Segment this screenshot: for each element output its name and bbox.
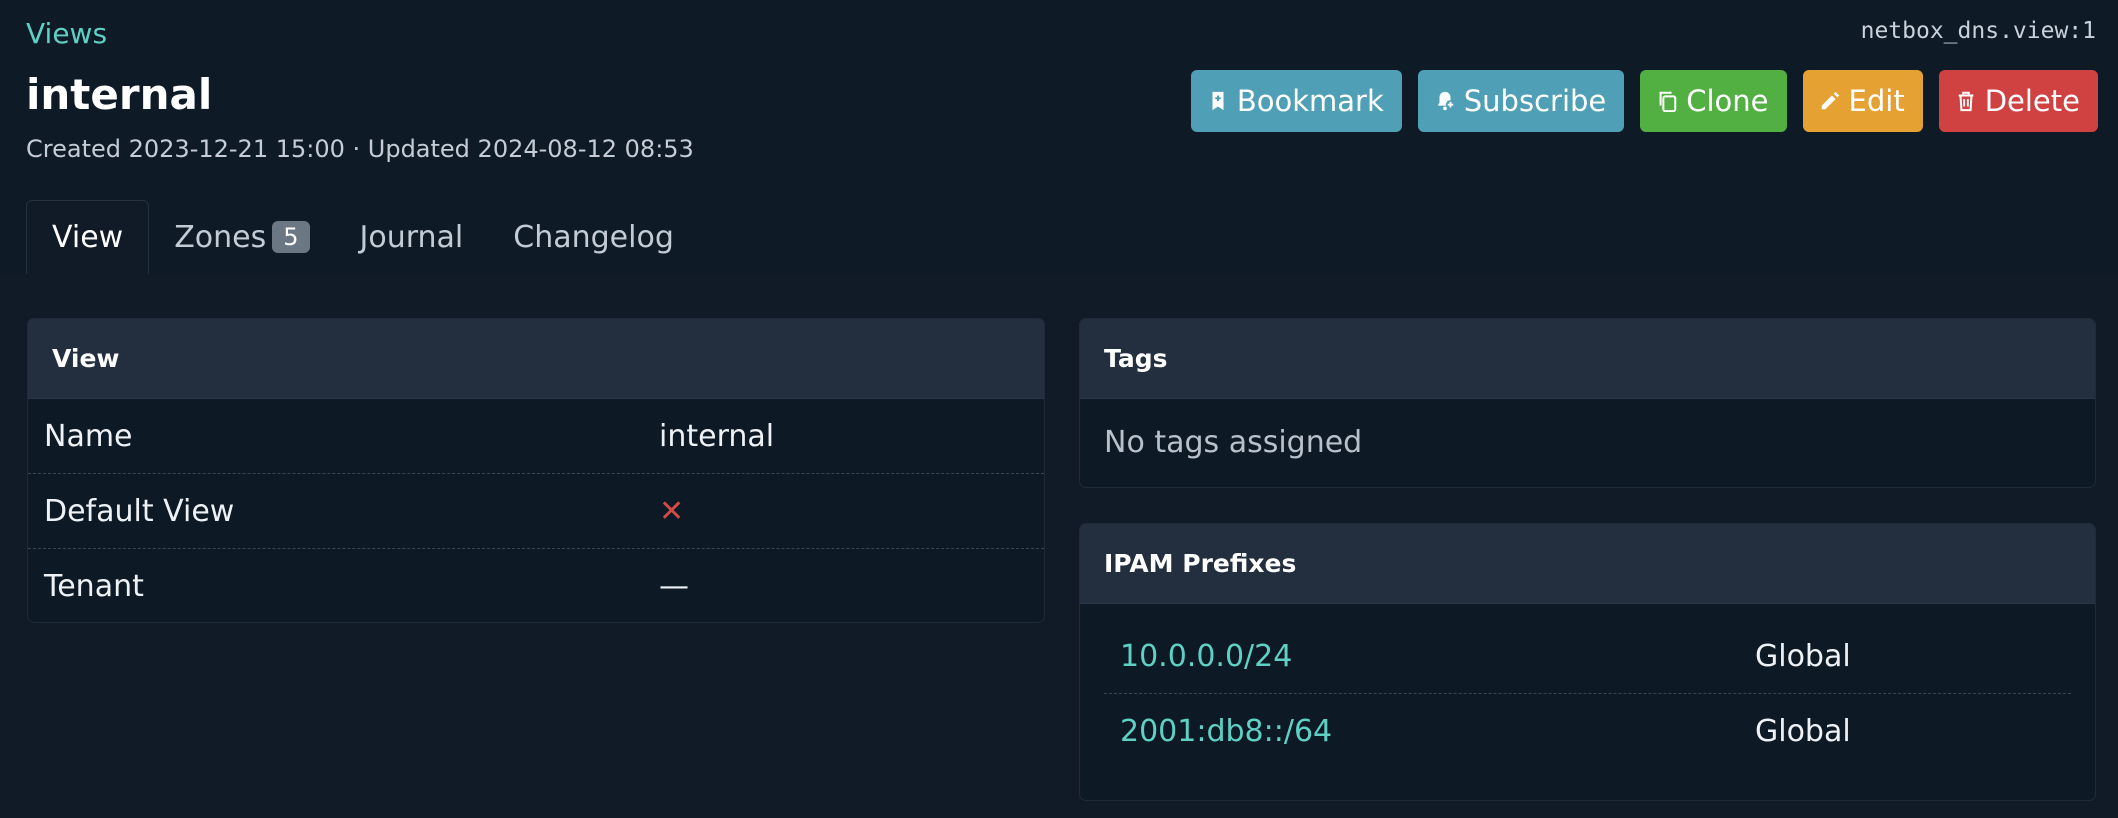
ipam-prefixes-card-title: IPAM Prefixes [1080,524,2095,604]
attribute-value: — [659,569,689,604]
subscribe-button-label: Subscribe [1463,84,1607,118]
pencil-icon [1821,91,1839,110]
attribute-label: Tenant [44,569,144,604]
attribute-row-tenant: Tenant — [28,549,1044,622]
bell-plus-icon [1437,91,1455,111]
bookmark-button[interactable]: Bookmark [1190,70,1402,132]
prefix-link[interactable]: 10.0.0.0/24 [1120,639,1292,674]
attribute-row-default-view: Default View ✕ [28,474,1044,549]
tab-journal-label: Journal [359,219,464,255]
prefix-link[interactable]: 2001:db8::/64 [1120,714,1332,749]
trash-icon [1958,91,1974,112]
page-title: internal [26,70,213,119]
bookmark-button-label: Bookmark [1236,84,1384,118]
page-header: Views netbox_dns.view:1 internal Created… [0,0,2118,274]
attribute-label: Name [44,418,133,454]
tab-changelog-label: Changelog [513,219,674,255]
no-tags-text: No tags assigned [1104,424,1363,460]
prefix-vrf: Global [1755,639,1851,674]
attribute-row-name: Name internal [28,399,1044,474]
edit-button[interactable]: Edit [1802,70,1923,132]
view-card-title: View [28,319,1044,399]
tags-card: Tags No tags assigned [1079,318,2096,488]
false-x-icon: ✕ [659,493,685,529]
object-identifier: netbox_dns.view:1 [1860,18,2096,44]
attribute-label: Default View [44,493,235,529]
ipam-prefixes-card: IPAM Prefixes 10.0.0.0/24 Global 2001:db… [1079,523,2096,801]
copy-icon [1659,91,1677,112]
clone-button-label: Clone [1686,84,1769,118]
prefix-row: 10.0.0.0/24 Global [1104,620,2071,694]
tab-zones-label: Zones [174,219,267,255]
tab-changelog[interactable]: Changelog [488,200,699,274]
delete-button[interactable]: Delete [1938,70,2098,132]
action-buttons: Bookmark Subscribe Clone Edit Delete [1190,70,2098,132]
tags-card-title: Tags [1080,319,2095,399]
created-updated-meta: Created 2023-12-21 15:00 · Updated 2024-… [26,135,694,163]
tab-view-label: View [52,220,124,255]
bookmark-icon [1212,91,1224,111]
subscribe-button[interactable]: Subscribe [1417,70,1625,132]
tab-zones[interactable]: Zones 5 [149,200,334,274]
tab-journal[interactable]: Journal [335,200,489,274]
prefix-vrf: Global [1755,713,1851,749]
breadcrumb-views-link[interactable]: Views [26,17,107,50]
zones-count-badge: 5 [272,221,310,253]
prefix-row: 2001:db8::/64 Global [1104,694,2071,768]
edit-button-label: Edit [1848,84,1905,118]
view-card: View Name internal Default View ✕ Tenant… [27,318,1045,623]
object-tabs: View Zones 5 Journal Changelog [26,200,699,274]
prefix-list: 10.0.0.0/24 Global 2001:db8::/64 Global [1080,604,2095,768]
delete-button-label: Delete [1984,84,2080,118]
tab-view[interactable]: View [26,200,150,274]
attribute-value: internal [659,418,775,454]
clone-button[interactable]: Clone [1640,70,1787,132]
